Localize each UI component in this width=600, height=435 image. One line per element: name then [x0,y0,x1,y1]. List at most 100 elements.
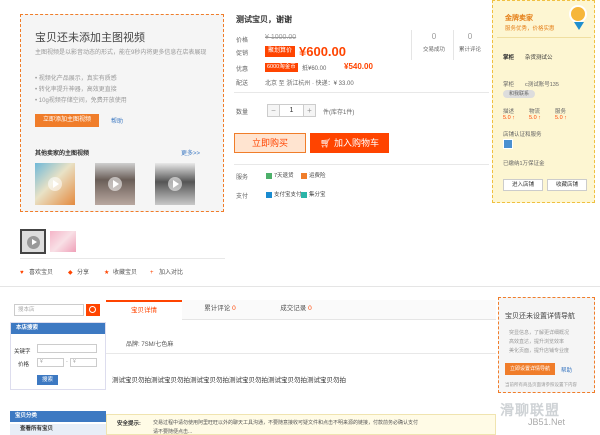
add-video-button[interactable]: 立即添加主图视频 [35,114,99,127]
rating-value: 5.0 ↑ [503,115,515,121]
set-nav-button[interactable]: 立即设置详情导航 [505,363,555,375]
store-search-button[interactable]: 搜索 [37,375,58,385]
share-link[interactable]: ◆ 分享 [68,267,89,276]
tab-reviews-label: 累计评论 [204,305,231,312]
divider [411,30,412,60]
add-compare-link[interactable]: + 加入对比 [150,267,183,276]
nav-guide-box: 宝贝还未设置详情导航 突显信息，了解更详细概况 高效直达，提升浏览效率 美化页面… [498,297,595,393]
safety-text: 交易过程中请勿使用阿里旺旺以外的聊天工具沟通，不要随意接收可疑文件和点击不明来源… [153,420,419,426]
nav-help-link[interactable]: 帮助 [561,366,572,374]
buy-now-button[interactable]: 立即购买 [234,133,306,153]
medal-icon [569,5,587,30]
pay-points: 集分宝 [301,190,326,198]
cert-label: 店铺认证和服务 [503,132,542,138]
search-icon[interactable] [86,304,100,316]
other-videos-label: 其他卖家的主图视频 [35,151,90,157]
video-promo-title: 宝贝还未添加主图视频 [35,32,145,44]
price-to-input[interactable]: ¥ [70,358,97,367]
favorite-store-label: 收藏宝贝 [113,270,138,276]
deposit-text: 已缴纳1万保证金 [503,161,545,167]
add-to-cart-button[interactable]: 🛒︎ 加入购物车 [310,133,389,153]
nav-guide-title: 宝贝还未设置详情导航 [505,313,575,320]
help-link[interactable]: 帮助 [111,116,123,125]
discount-price: ¥540.00 [344,62,373,71]
rating-value: 5.0 ↑ [529,115,541,121]
service-insurance-label: 运费险 [309,173,326,179]
review-label: 累计评论 [458,47,481,53]
play-icon [168,177,182,191]
heart-icon: ♥ [20,270,24,276]
points-icon [301,191,307,198]
shop-owner-label: 掌柜 [503,55,515,61]
store-search-box: 本店搜索 [10,322,106,390]
video-bullet: 转化率提升神器，高效更直接 [35,85,127,96]
ship-label: 配送 [236,81,249,87]
price-range-label: 价格 [18,362,30,368]
ship-text: 北京 至 浙江杭州 · 快递：¥ 33.00 [265,81,354,87]
video-thumbnail[interactable] [95,163,135,205]
divider [20,258,225,259]
watermark-sub: JB51.Net [528,417,566,427]
pay-label: 支付 [236,194,249,200]
original-price: ¥ 1000.00 [265,34,297,41]
review-count: 0 [467,32,473,41]
more-videos-link[interactable]: 更多>> [181,148,200,157]
nav-guide-bullet: 高效直达，提升浏览效率 [509,339,565,345]
plus-icon: + [150,270,154,276]
nav-guide-bullets: 突显信息，了解更详细概况 高效直达，提升浏览效率 美化页面，提升店铺专业度 [509,329,569,356]
gallery-thumb-image[interactable] [50,231,76,252]
tab-records[interactable]: 成交记录 0 [258,300,334,320]
price-from-input[interactable]: ¥ [37,358,64,367]
video-thumbnail[interactable] [155,163,195,205]
tab-reviews[interactable]: 累计评论 0 [182,300,258,320]
description-text: 测试宝贝勿拍测试宝贝勿拍测试宝贝勿拍测试宝贝勿拍测试宝贝勿拍测试宝贝勿拍 [112,377,346,384]
divider [106,353,496,354]
nav-guide-bullet: 突显信息，了解更详细概况 [509,330,570,336]
divider [234,164,489,165]
keyword-input[interactable] [37,344,97,353]
promo-price: ¥600.00 [299,44,346,59]
account-label: 掌柜 [503,82,515,88]
share-label: 分享 [77,270,90,276]
qty-input[interactable]: 1 [279,104,304,117]
tab-detail[interactable]: 宝贝详情 [106,300,182,320]
seller-badge-sub: 服务优秀，价格实惠 [505,26,555,32]
play-icon [27,236,40,249]
alipay-icon [266,191,272,198]
add-to-cart-label: 加入购物车 [333,138,379,148]
pay-points-label: 集分宝 [309,192,326,198]
view-all-link[interactable]: 查看所有宝贝 [10,424,106,435]
service-return-label: 7天退货 [274,173,294,179]
safety-notice: 安全提示: 交易过程中请勿使用阿里旺旺以外的聊天工具沟通，不要随意接收可疑文件和… [106,414,496,435]
video-promo-description: 主图视频是以影音动态的形式，能在9秒内将更多信息在店表展现 [35,50,207,56]
favorite-store-button[interactable]: 收藏店铺 [547,179,587,191]
rating-label: 描述 [503,109,515,115]
safety-text-2: 请不要随便点击... [153,429,193,435]
pay-alipay: 支付宝支付 [266,190,302,198]
store-search-head: 本店搜索 [11,323,105,334]
return-icon [266,172,272,179]
category-head: 宝贝分类 [10,411,106,422]
video-thumbnail[interactable] [35,163,75,205]
video-promo-bullets: 视频化产品展示，真实有质感 转化率提升神器，高效更直接 10g视频存储空间，免费… [35,74,127,107]
favorite-store-link[interactable]: ★ 收藏宝贝 [104,267,137,276]
qty-increase-button[interactable]: + [303,104,316,117]
nav-guide-bullet: 美化页面，提升店铺专业度 [509,348,570,354]
brand-line: 品牌: 7SM/七色麻 [126,342,174,348]
discount-label: 优惠 [236,67,249,73]
shop-owner-name[interactable]: 杂货测试公 [525,53,553,61]
video-bullet: 视频化产品展示，真实有质感 [35,74,127,85]
service-label: 服务 [236,175,249,181]
star-icon: ★ [104,270,110,276]
safety-label: 安全提示: [117,421,141,427]
contact-button[interactable]: 和我联系 [503,90,535,98]
store-search-input[interactable]: 搜本店 [14,304,84,316]
account-value: c测试账号135 [525,82,559,88]
enter-store-button[interactable]: 进入店铺 [503,179,543,191]
tab-records-count: 0 [308,305,312,312]
video-promo-box: 宝贝还未添加主图视频 主图视频是以影音动态的形式，能在9秒内将更多信息在店表展现… [20,14,224,212]
cart-icon: 🛒︎ [320,138,334,148]
favorite-item-link[interactable]: ♥ 喜欢宝贝 [20,267,53,276]
promo-badge: 聚划算价 [265,46,296,57]
gallery-thumb-video[interactable] [20,229,46,254]
